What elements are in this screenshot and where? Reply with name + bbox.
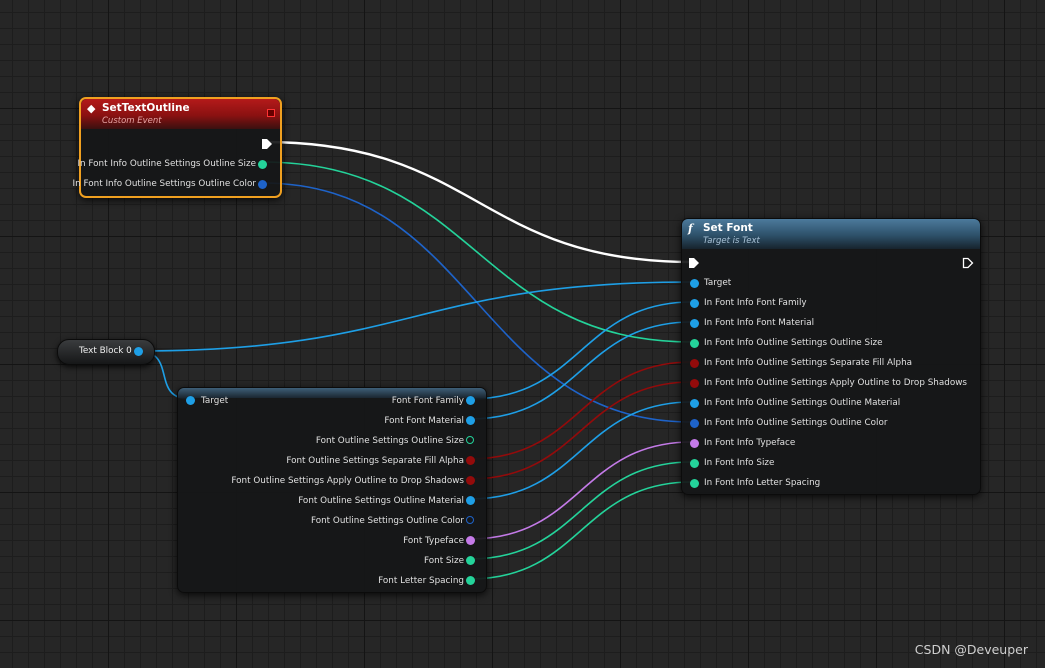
apply-outline-wire[interactable] xyxy=(469,381,693,480)
event-node-header[interactable]: ◆ SetTextOutline Custom Event xyxy=(81,99,280,129)
function-icon: f xyxy=(688,222,693,235)
event-output-label: In Font Info Outline Settings Outline Si… xyxy=(77,159,256,169)
font-material-wire[interactable] xyxy=(469,321,693,420)
function-input-label: In Font Info Outline Settings Separate F… xyxy=(704,358,913,368)
watermark: CSDN @Deveuper xyxy=(914,642,1028,657)
function-input-label: In Font Info Font Family xyxy=(704,298,807,308)
outline-size-input-pin[interactable] xyxy=(690,339,699,348)
text-block-output-pin[interactable] xyxy=(134,347,143,356)
apply-outline-drop-shadows-output-pin[interactable] xyxy=(466,476,475,485)
break-output-label: Font Letter Spacing xyxy=(378,576,464,586)
letter-spacing-wire[interactable] xyxy=(469,481,693,580)
event-node-title: SetTextOutline xyxy=(102,102,190,114)
event-output-label: In Font Info Outline Settings Outline Co… xyxy=(72,179,256,189)
break-output-label: Font Outline Settings Separate Fill Alph… xyxy=(286,456,464,466)
break-font-node[interactable]: Target Font Font Family Font Font Materi… xyxy=(177,387,487,593)
event-diamond-icon: ◆ xyxy=(87,102,96,115)
outline-size-wire[interactable] xyxy=(261,161,693,343)
outline-material-wire[interactable] xyxy=(469,401,693,500)
function-input-label: In Font Info Outline Settings Outline Si… xyxy=(704,338,883,348)
function-node-subtitle: Target is Text xyxy=(703,236,760,246)
separate-fill-alpha-input-pin[interactable] xyxy=(690,359,699,368)
break-target-input-pin[interactable] xyxy=(186,396,195,405)
break-output-label: Font Outline Settings Apply Outline to D… xyxy=(231,476,464,486)
exec-wire[interactable] xyxy=(263,140,693,264)
function-node-header[interactable]: f Set Font Target is Text xyxy=(682,219,980,249)
variable-label: Text Block 0 xyxy=(79,346,132,356)
typeface-wire[interactable] xyxy=(469,441,693,540)
target-input-pin[interactable] xyxy=(690,279,699,288)
function-input-label: In Font Info Typeface xyxy=(704,438,796,448)
break-output-label: Font Font Material xyxy=(384,416,464,426)
font-family-input-pin[interactable] xyxy=(690,299,699,308)
size-input-pin[interactable] xyxy=(690,459,699,468)
break-output-label: Font Outline Settings Outline Material xyxy=(298,496,464,506)
break-output-label: Font Size xyxy=(423,556,464,566)
function-input-label: In Font Info Letter Spacing xyxy=(704,478,821,488)
break-output-label: Font Outline Settings Outline Size xyxy=(315,436,464,446)
apply-outline-drop-shadows-input-pin[interactable] xyxy=(690,379,699,388)
delegate-pin[interactable] xyxy=(267,109,275,117)
outline-size-output-pin[interactable] xyxy=(466,436,474,444)
letter-spacing-output-pin[interactable] xyxy=(466,576,475,585)
font-family-wire[interactable] xyxy=(469,301,693,400)
custom-event-node[interactable]: ◆ SetTextOutline Custom Event In Font In… xyxy=(73,97,282,198)
break-output-label: Font Outline Settings Outline Color xyxy=(310,516,464,526)
function-input-label: In Font Info Outline Settings Apply Outl… xyxy=(704,378,967,388)
outline-size-output-pin[interactable] xyxy=(258,160,267,169)
outline-color-output-pin[interactable] xyxy=(466,516,474,524)
function-input-label: In Font Info Size xyxy=(704,458,775,468)
target-wire[interactable] xyxy=(137,281,693,352)
separate-fill-alpha-wire[interactable] xyxy=(469,361,693,460)
font-family-output-pin[interactable] xyxy=(466,396,475,405)
outline-material-input-pin[interactable] xyxy=(690,399,699,408)
font-material-output-pin[interactable] xyxy=(466,416,475,425)
event-node-subtitle: Custom Event xyxy=(102,116,162,126)
font-size-output-pin[interactable] xyxy=(466,556,475,565)
break-output-label: Font Font Family xyxy=(391,396,464,406)
function-input-label: In Font Info Outline Settings Outline Ma… xyxy=(704,398,901,408)
typeface-output-pin[interactable] xyxy=(466,536,475,545)
font-size-wire[interactable] xyxy=(469,461,693,560)
break-target-label: Target xyxy=(201,396,229,406)
font-material-input-pin[interactable] xyxy=(690,319,699,328)
outline-color-output-pin[interactable] xyxy=(258,180,267,189)
function-node-title: Set Font xyxy=(703,222,753,234)
text-block-variable-node[interactable]: Text Block 0 xyxy=(57,339,155,365)
set-font-function-node[interactable]: f Set Font Target is Text Target In Font… xyxy=(681,218,981,495)
outline-material-output-pin[interactable] xyxy=(466,496,475,505)
break-output-label: Font Typeface xyxy=(403,536,464,546)
function-input-label: In Font Info Font Material xyxy=(704,318,815,328)
letter-spacing-input-pin[interactable] xyxy=(690,479,699,488)
function-input-label: In Font Info Outline Settings Outline Co… xyxy=(704,418,888,428)
outline-color-input-pin[interactable] xyxy=(690,419,699,428)
typeface-input-pin[interactable] xyxy=(690,439,699,448)
function-input-label: Target xyxy=(704,278,732,288)
separate-fill-alpha-output-pin[interactable] xyxy=(466,456,475,465)
